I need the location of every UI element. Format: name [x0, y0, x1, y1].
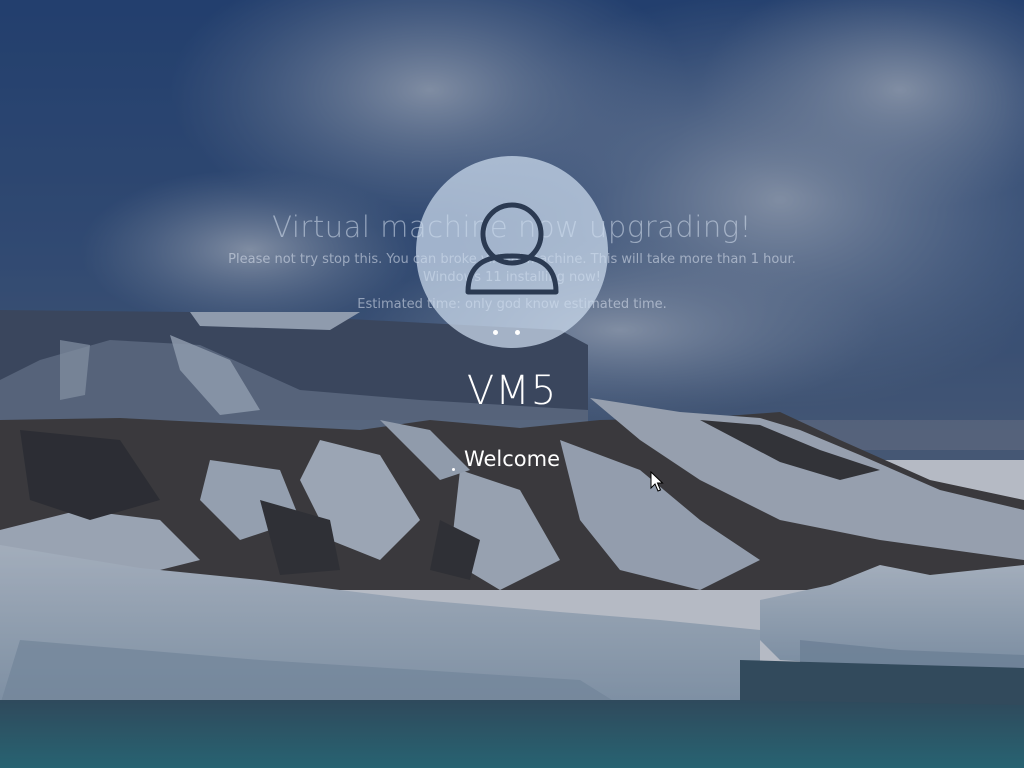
- user-avatar: [416, 156, 608, 348]
- spinner-dot: [515, 330, 520, 335]
- spinner-dot: [493, 330, 498, 335]
- mouse-pointer-icon: [650, 471, 664, 492]
- welcome-status: Welcome: [463, 447, 561, 471]
- spinner-dot: [452, 468, 455, 471]
- user-avatar-icon: [465, 202, 559, 295]
- loading-spinner-icon: [493, 329, 533, 337]
- lock-screen: Virtual machine now upgrading! Please no…: [0, 0, 1024, 768]
- username-label: VM5: [466, 368, 558, 414]
